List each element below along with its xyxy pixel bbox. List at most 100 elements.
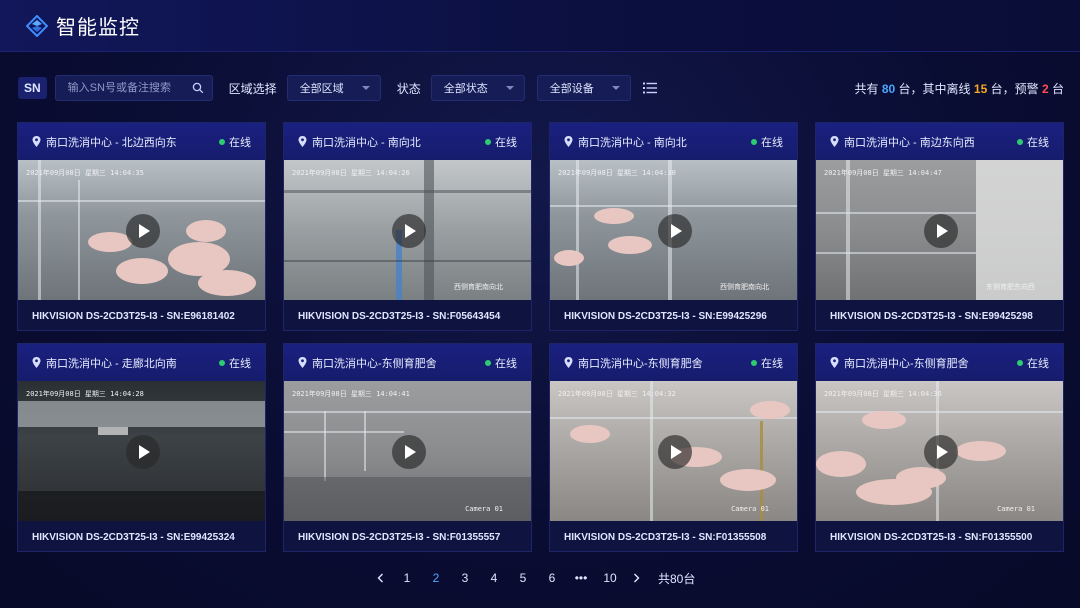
device-serial: HIKVISION DS-2CD3T25-I3 - SN:F01355508 — [564, 531, 767, 543]
status-badge: 在线 — [1017, 355, 1049, 371]
location-pin-icon — [564, 136, 573, 147]
location-pin-icon — [298, 357, 307, 368]
camera-location: 南口洗消中心 - 南向北 — [312, 136, 421, 149]
filter-toolbar: SN 区域选择 全部区域 状态 全部状态 全部设备 共有 80 台，其中离线 1… — [18, 75, 1064, 101]
play-button[interactable] — [392, 214, 426, 248]
page-ellipsis[interactable]: ••• — [573, 571, 589, 585]
page-4[interactable]: 4 — [486, 571, 502, 585]
page-title: 智能监控 — [56, 17, 140, 39]
video-preview[interactable]: 2021年09月08日 星期三 14:04:35 — [18, 160, 265, 300]
status-text: 在线 — [761, 136, 783, 149]
pagination: 1 2 3 4 5 6 ••• 10 共80台 — [376, 567, 695, 589]
camera-card[interactable]: 南口洗消中心 - 南边东向西 在线 2021年09月08日 星期三 14:04:… — [815, 122, 1064, 331]
camera-card[interactable]: 南口洗消中心-东侧育肥舍 在线 2021年09月08日 星期三 14:04:32… — [549, 343, 798, 552]
play-button[interactable] — [392, 435, 426, 469]
location-pin-icon — [830, 357, 839, 368]
device-serial: HIKVISION DS-2CD3T25-I3 - SN:F05643454 — [298, 310, 501, 322]
camera-card-header: 南口洗消中心 - 南边东向西 在线 — [816, 123, 1063, 160]
location-pin-icon — [564, 357, 573, 368]
video-preview[interactable]: 2021年09月08日 星期三 14:04:47 东侧育肥东向西 — [816, 160, 1063, 300]
location-pin-icon — [32, 357, 41, 368]
summary-suffix: 台 — [1051, 81, 1064, 96]
chevron-down-icon — [611, 86, 620, 90]
online-dot-icon — [219, 359, 225, 366]
region-select[interactable]: 全部区域 — [286, 75, 381, 101]
play-button[interactable] — [924, 214, 958, 248]
online-dot-icon — [219, 138, 225, 145]
chevron-down-icon — [505, 86, 514, 90]
camera-card-header: 南口洗消中心-东侧育肥舍 在线 — [284, 344, 531, 381]
play-button[interactable] — [658, 214, 692, 248]
page-1[interactable]: 1 — [399, 571, 415, 585]
video-caption: Camera 01 — [731, 505, 769, 513]
online-dot-icon — [751, 138, 757, 145]
video-caption: 西侧育肥南向北 — [720, 283, 769, 291]
play-button[interactable] — [126, 214, 160, 248]
chevron-left-icon[interactable] — [376, 573, 386, 583]
search-input[interactable] — [55, 82, 186, 94]
page-10[interactable]: 10 — [602, 571, 618, 585]
device-summary: 共有 80 台，其中离线 15 台，预警 2 台 — [854, 80, 1064, 97]
summary-prefix: 共有 — [854, 81, 879, 96]
camera-card[interactable]: 南口洗消中心 - 走廊北向南 在线 2021年09月08日 星期三 14:04:… — [17, 343, 266, 552]
video-caption: Camera 01 — [997, 505, 1035, 513]
play-icon — [405, 445, 416, 459]
camera-card-header: 南口洗消中心 - 南向北 在线 — [550, 123, 797, 160]
device-serial: HIKVISION DS-2CD3T25-I3 - SN:E99425298 — [830, 310, 1033, 322]
summary-offline-count: 15 — [973, 81, 988, 96]
play-icon — [937, 224, 948, 238]
chevron-right-icon[interactable] — [631, 573, 641, 583]
video-preview[interactable]: 2021年09月08日 星期三 14:04:32 Camera 01 — [550, 381, 797, 521]
online-dot-icon — [1017, 359, 1023, 366]
status-badge: 在线 — [485, 355, 517, 371]
video-timestamp: 2021年09月08日 星期三 14:04:28 — [26, 390, 144, 398]
page-6[interactable]: 6 — [544, 571, 560, 585]
app-header: 智能监控 — [0, 0, 1080, 52]
play-icon — [405, 224, 416, 238]
status-label: 状态 — [396, 81, 421, 96]
status-badge: 在线 — [751, 355, 783, 371]
camera-card[interactable]: 南口洗消中心 - 南向北 在线 2021年09月08日 星期三 14:04:26… — [283, 122, 532, 331]
video-caption: Camera 01 — [465, 505, 503, 513]
play-button[interactable] — [658, 435, 692, 469]
video-preview[interactable]: 2021年09月08日 星期三 14:04:30 西侧育肥南向北 — [550, 160, 797, 300]
page-2-current[interactable]: 2 — [428, 571, 444, 585]
status-text: 在线 — [495, 136, 517, 149]
video-caption: 西侧育肥南向北 — [454, 283, 503, 291]
device-serial: HIKVISION DS-2CD3T25-I3 - SN:F01355500 — [830, 531, 1033, 543]
video-preview[interactable]: 2021年09月08日 星期三 14:04:36 Camera 01 — [816, 381, 1063, 521]
search-icon[interactable] — [192, 82, 204, 94]
device-serial: HIKVISION DS-2CD3T25-I3 - SN:E96181402 — [32, 310, 235, 322]
camera-location: 南口洗消中心 - 南边东向西 — [844, 136, 975, 149]
status-text: 在线 — [1027, 357, 1049, 370]
status-select[interactable]: 全部状态 — [430, 75, 525, 101]
status-badge: 在线 — [219, 134, 251, 150]
camera-card-header: 南口洗消中心 - 走廊北向南 在线 — [18, 344, 265, 381]
status-select-value: 全部状态 — [443, 83, 488, 95]
camera-location: 南口洗消中心 - 北边西向东 — [46, 136, 177, 149]
camera-card[interactable]: 南口洗消中心-东侧育肥舍 在线 2021年09月08日 星期三 14:04:36… — [815, 343, 1064, 552]
camera-card[interactable]: 南口洗消中心 - 北边西向东 在线 2021年09月08日 星期三 14:04:… — [17, 122, 266, 331]
camera-card[interactable]: 南口洗消中心-东侧育肥舍 在线 2021年09月08日 星期三 14:04:41… — [283, 343, 532, 552]
page-3[interactable]: 3 — [457, 571, 473, 585]
online-dot-icon — [485, 359, 491, 366]
list-view-icon[interactable] — [642, 82, 657, 94]
device-serial: HIKVISION DS-2CD3T25-I3 - SN:E99425296 — [564, 310, 767, 322]
video-preview[interactable]: 2021年09月08日 星期三 14:04:26 西侧育肥南向北 — [284, 160, 531, 300]
device-select[interactable]: 全部设备 — [536, 75, 631, 101]
play-icon — [139, 224, 150, 238]
status-text: 在线 — [229, 357, 251, 370]
play-button[interactable] — [126, 435, 160, 469]
page-5[interactable]: 5 — [515, 571, 531, 585]
video-preview[interactable]: 2021年09月08日 星期三 14:04:41 Camera 01 — [284, 381, 531, 521]
camera-card[interactable]: 南口洗消中心 - 南向北 在线 2021年09月08日 星期三 14:04:30… — [549, 122, 798, 331]
camera-card-header: 南口洗消中心 - 北边西向东 在线 — [18, 123, 265, 160]
video-timestamp: 2021年09月08日 星期三 14:04:30 — [558, 169, 676, 177]
camera-card-header: 南口洗消中心 - 南向北 在线 — [284, 123, 531, 160]
play-icon — [671, 224, 682, 238]
play-button[interactable] — [924, 435, 958, 469]
search-box[interactable] — [54, 75, 213, 101]
status-text: 在线 — [1027, 136, 1049, 149]
play-icon — [937, 445, 948, 459]
video-preview[interactable]: 2021年09月08日 星期三 14:04:28 — [18, 381, 265, 521]
